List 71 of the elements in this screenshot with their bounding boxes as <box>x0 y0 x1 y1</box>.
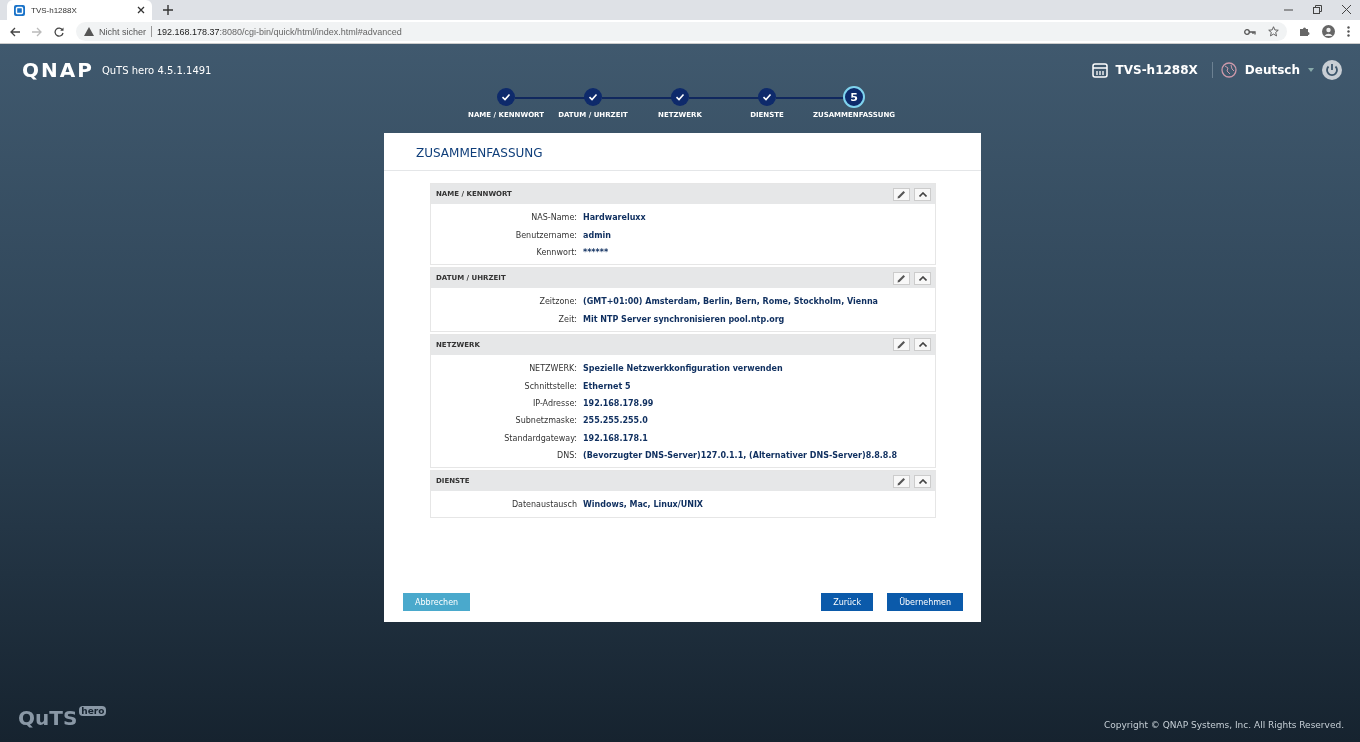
chevron-up-icon <box>918 191 927 197</box>
field-value: Mit NTP Server synchronisieren pool.ntp.org <box>583 314 785 324</box>
collapse-button[interactable] <box>914 271 931 285</box>
field-label: NETZWERK: <box>528 364 577 374</box>
collapse-button[interactable] <box>914 187 931 201</box>
edit-button[interactable] <box>893 187 910 201</box>
back-icon[interactable] <box>10 26 20 37</box>
field-label: Kennwort: <box>535 247 577 257</box>
power-icon[interactable] <box>1322 60 1342 80</box>
field-label: Subnetzmaske: <box>514 416 577 426</box>
field-value: Spezielle Netzwerkkonfiguration verwenden <box>583 364 783 374</box>
field-value: Windows, Mac, Linux/UNIX <box>583 500 704 510</box>
action-button[interactable]: Zurück <box>821 593 874 611</box>
chevron-up-icon <box>918 275 927 281</box>
field-value: 192.168.178.1 <box>583 433 648 443</box>
field-label: Benutzername: <box>514 230 577 240</box>
field-label: NAS-Name: <box>530 213 577 223</box>
chevron-up-icon <box>918 342 927 348</box>
browser-tab[interactable]: TVS-h1288X <box>7 0 152 20</box>
action-button[interactable]: Übernehmen <box>887 593 963 611</box>
hero-badge: hero <box>79 706 107 716</box>
qnap-logo: QNAP <box>22 58 94 82</box>
warning-icon <box>84 27 94 36</box>
puzzle-icon[interactable] <box>1299 26 1310 37</box>
nas-device-icon <box>1091 62 1108 78</box>
reload-icon[interactable] <box>54 26 64 37</box>
edit-button[interactable] <box>893 271 910 285</box>
address-field[interactable]: Nicht sicher 192.168.178.37:8080/cgi-bin/quick/html/index.html#advanced <box>76 22 1287 41</box>
field-value: 255.255.255.0 <box>583 416 648 426</box>
field-value: Ethernet 5 <box>583 381 631 391</box>
language-selector[interactable]: Deutsch <box>1244 63 1300 77</box>
dialog-title: ZUSAMMENFASSUNG <box>384 133 981 171</box>
field-label: IP-Adresse: <box>531 398 577 408</box>
chevron-up-icon <box>918 478 927 484</box>
version-label: QuTS hero 4.5.1.1491 <box>101 64 212 76</box>
copyright-text: Copyright © QNAP Systems, Inc. All Rights Reserved. <box>1104 720 1344 730</box>
pencil-icon <box>897 340 906 350</box>
quts-logo: QuTS <box>18 706 78 730</box>
globe-icon[interactable] <box>1220 62 1237 78</box>
field-value: (Bevorzugter DNS-Server)127.0.1.1, (Alternativer DNS-Server)8.8.8.8 <box>583 451 898 461</box>
menu-icon[interactable] <box>1347 26 1350 37</box>
pencil-icon <box>897 189 906 199</box>
field-value: 192.168.178.99 <box>583 398 654 408</box>
field-value: admin <box>583 230 611 240</box>
device-name: TVS-h1288X <box>1115 63 1198 77</box>
close-icon[interactable] <box>1342 5 1351 14</box>
pencil-icon <box>897 476 906 486</box>
field-value: ****** <box>583 247 609 257</box>
new-tab-icon[interactable] <box>163 5 173 15</box>
step-number: 5 <box>843 86 865 108</box>
field-value: Hardwareluxx <box>583 213 646 223</box>
edit-button[interactable] <box>893 474 910 488</box>
field-value: (GMT+01:00) Amsterdam, Berlin, Bern, Rome, Stockholm, Vienna <box>583 297 878 307</box>
edit-button[interactable] <box>893 338 910 352</box>
profile-icon[interactable] <box>1322 25 1335 38</box>
key-icon[interactable] <box>1244 27 1256 36</box>
field-label: Zeit: <box>557 314 577 324</box>
field-label: Standardgateway: <box>503 433 577 443</box>
star-icon[interactable] <box>1268 26 1279 37</box>
field-label: Datenaustausch <box>510 500 577 510</box>
app-favicon-icon <box>14 4 25 16</box>
field-label: Schnittstelle: <box>523 381 577 391</box>
restore-icon[interactable] <box>1313 5 1322 14</box>
close-icon[interactable] <box>137 6 145 14</box>
caret-icon[interactable] <box>1308 68 1314 72</box>
field-label: DNS: <box>556 451 577 461</box>
field-label: Zeitzone: <box>538 297 577 307</box>
tab-title: TVS-h1288X <box>31 5 78 15</box>
collapse-button[interactable] <box>914 474 931 488</box>
pencil-icon <box>897 273 906 283</box>
collapse-button[interactable] <box>914 338 931 352</box>
